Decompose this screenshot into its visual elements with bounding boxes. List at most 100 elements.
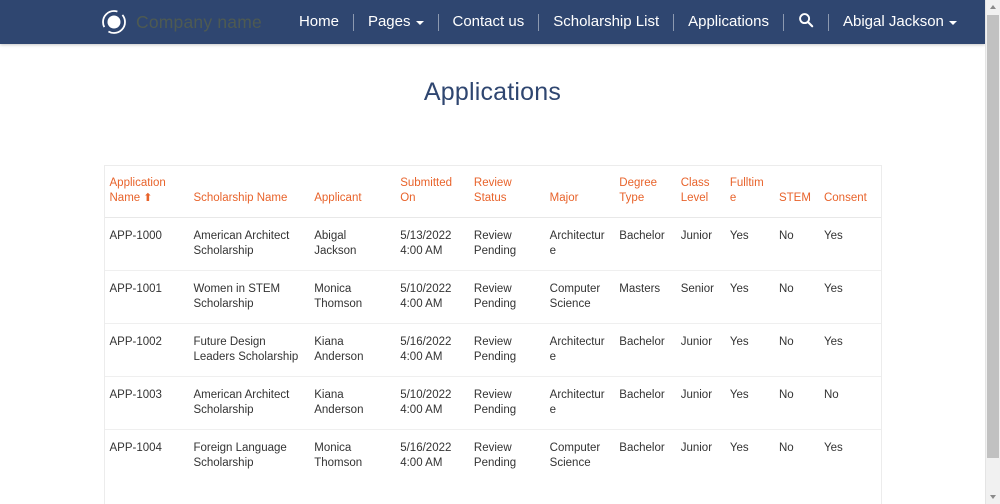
table-body: APP-1000 American Architect Scholarship … [105, 218, 881, 504]
cell-application-name: APP-1000 [105, 218, 189, 271]
applications-table: Application Name⬆ Scholarship Name Appli… [105, 166, 881, 504]
chevron-up-icon [990, 5, 996, 9]
cell-submitted-on: 5/16/2022 4:00 AM [395, 430, 469, 504]
cell-application-name: APP-1002 [105, 324, 189, 377]
column-header-consent[interactable]: Consent [819, 166, 881, 218]
chevron-down-icon [416, 21, 424, 25]
table-row[interactable]: APP-1000 American Architect Scholarship … [105, 218, 881, 271]
column-header-class-level[interactable]: Class Level [676, 166, 725, 218]
cell-submitted-on: 5/10/2022 4:00 AM [395, 271, 469, 324]
cell-stem: No [774, 324, 819, 377]
nav-links: Home Pages Contact us Scholarship List A… [285, 0, 971, 44]
cell-submitted-on: 5/13/2022 4:00 AM [395, 218, 469, 271]
cell-review-status: Review Pending [469, 377, 545, 430]
table-row[interactable]: APP-1003 American Architect Scholarship … [105, 377, 881, 430]
nav-item-home-label: Home [299, 0, 339, 44]
top-navbar: Company name Home Pages Contact us Schol… [0, 0, 985, 44]
column-header-applicant[interactable]: Applicant [309, 166, 395, 218]
cell-review-status: Review Pending [469, 271, 545, 324]
cell-stem: No [774, 377, 819, 430]
cell-review-status: Review Pending [469, 218, 545, 271]
scrollbar-thumb[interactable] [987, 15, 999, 458]
nav-item-contact-us[interactable]: Contact us [439, 0, 539, 44]
cell-degree-type: Bachelor [614, 430, 675, 504]
cell-class-level: Junior [676, 377, 725, 430]
column-header-fulltime[interactable]: Fulltime [725, 166, 774, 218]
table-header-row: Application Name⬆ Scholarship Name Appli… [105, 166, 881, 218]
cell-applicant: Abigal Jackson [309, 218, 395, 271]
cell-degree-type: Bachelor [614, 377, 675, 430]
cell-consent: Yes [819, 324, 881, 377]
chevron-down-icon [949, 21, 957, 25]
column-header-application-name-label: Application Name [110, 177, 166, 204]
page-root: Company name Home Pages Contact us Schol… [0, 0, 985, 504]
search-button[interactable] [784, 12, 828, 33]
cell-fulltime: Yes [725, 377, 774, 430]
cell-applicant: Kiana Anderson [309, 377, 395, 430]
cell-applicant: Kiana Anderson [309, 324, 395, 377]
column-header-scholarship-name[interactable]: Scholarship Name [188, 166, 309, 218]
cell-scholarship-name: American Architect Scholarship [188, 377, 309, 430]
cell-scholarship-name: Future Design Leaders Scholarship [188, 324, 309, 377]
scrollbar-up-arrow-button[interactable] [986, 0, 1000, 14]
cell-application-name: APP-1003 [105, 377, 189, 430]
cell-consent: Yes [819, 430, 881, 504]
column-header-application-name[interactable]: Application Name⬆ [105, 166, 189, 218]
cell-major: Computer Science [545, 430, 615, 504]
cell-review-status: Review Pending [469, 430, 545, 504]
page-title: Applications [0, 44, 985, 107]
cell-stem: No [774, 271, 819, 324]
cell-submitted-on-date: 5/13/2022 [400, 229, 464, 244]
column-header-submitted-on[interactable]: Submitted On [395, 166, 469, 218]
chevron-down-icon [990, 495, 996, 499]
nav-item-scholarship-list-label: Scholarship List [553, 0, 659, 44]
table-row[interactable]: APP-1002 Future Design Leaders Scholarsh… [105, 324, 881, 377]
cell-fulltime: Yes [725, 271, 774, 324]
cell-class-level: Senior [676, 271, 725, 324]
cell-class-level: Junior [676, 324, 725, 377]
cell-submitted-on-date: 5/16/2022 [400, 441, 464, 456]
search-icon [798, 12, 814, 33]
cell-scholarship-name: Women in STEM Scholarship [188, 271, 309, 324]
nav-item-pages[interactable]: Pages [354, 0, 438, 44]
cell-application-name: APP-1004 [105, 430, 189, 504]
cell-applicant: Monica Thomson [309, 430, 395, 504]
cell-stem: No [774, 218, 819, 271]
nav-item-contact-us-label: Contact us [453, 0, 525, 44]
user-menu-label: Abigal Jackson [843, 0, 944, 44]
scrollbar-down-arrow-button[interactable] [986, 490, 1000, 504]
nav-item-applications[interactable]: Applications [674, 0, 783, 44]
table-row[interactable]: APP-1004 Foreign Language Scholarship Mo… [105, 430, 881, 504]
nav-item-home[interactable]: Home [285, 0, 353, 44]
table-row[interactable]: APP-1001 Women in STEM Scholarship Monic… [105, 271, 881, 324]
cell-degree-type: Bachelor [614, 324, 675, 377]
cell-submitted-on: 5/16/2022 4:00 AM [395, 324, 469, 377]
table-header: Application Name⬆ Scholarship Name Appli… [105, 166, 881, 218]
column-header-degree-type[interactable]: Degree Type [614, 166, 675, 218]
cell-consent: Yes [819, 218, 881, 271]
column-header-stem[interactable]: STEM [774, 166, 819, 218]
cell-submitted-on: 5/10/2022 4:00 AM [395, 377, 469, 430]
cell-fulltime: Yes [725, 324, 774, 377]
cell-submitted-on-date: 5/10/2022 [400, 388, 464, 403]
column-header-major[interactable]: Major [545, 166, 615, 218]
cell-submitted-on-time: 4:00 AM [400, 244, 464, 259]
cell-application-name: APP-1001 [105, 271, 189, 324]
cell-consent: No [819, 377, 881, 430]
sort-ascending-icon: ⬆ [143, 191, 152, 206]
brand-logo-link[interactable]: Company name [101, 9, 262, 35]
cell-major: Architecture [545, 324, 615, 377]
cell-submitted-on-date: 5/16/2022 [400, 335, 464, 350]
column-header-review-status[interactable]: Review Status [469, 166, 545, 218]
cell-submitted-on-time: 4:00 AM [400, 350, 464, 365]
page-scrollbar[interactable] [985, 0, 1000, 504]
cell-applicant: Monica Thomson [309, 271, 395, 324]
cell-degree-type: Masters [614, 271, 675, 324]
cell-submitted-on-time: 4:00 AM [400, 403, 464, 418]
user-menu-button[interactable]: Abigal Jackson [829, 0, 971, 44]
cell-major: Architecture [545, 218, 615, 271]
brand-name-text: Company name [136, 12, 262, 33]
nav-item-scholarship-list[interactable]: Scholarship List [539, 0, 673, 44]
cell-submitted-on-time: 4:00 AM [400, 297, 464, 312]
cell-class-level: Junior [676, 218, 725, 271]
